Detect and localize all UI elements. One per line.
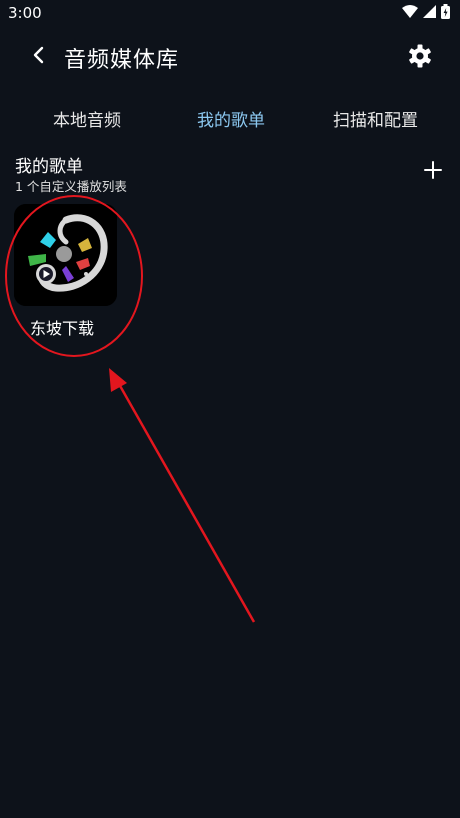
plus-icon xyxy=(421,161,445,186)
section-subtitle: 1 个自定义播放列表 xyxy=(15,179,127,194)
status-icons xyxy=(402,4,450,19)
status-bar: 3:00 xyxy=(0,0,460,26)
playlist-name: 东坡下载 xyxy=(30,319,95,338)
settings-button[interactable] xyxy=(406,42,434,70)
back-button[interactable] xyxy=(24,42,54,72)
tab-local-audio[interactable]: 本地音频 xyxy=(53,106,121,131)
playlist-card[interactable]: 东坡下载 xyxy=(14,204,118,339)
tab-scan-config[interactable]: 扫描和配置 xyxy=(333,106,418,131)
app-logo-icon xyxy=(14,204,117,306)
gear-icon xyxy=(406,44,434,74)
tab-bar: 本地音频 我的歌单 扫描和配置 xyxy=(0,100,460,136)
cell-signal-icon xyxy=(423,5,436,18)
add-playlist-button[interactable] xyxy=(421,158,445,182)
annotation-arrow-line xyxy=(117,383,256,623)
playlist-cover xyxy=(14,204,117,306)
chevron-left-icon xyxy=(32,46,46,68)
section-title: 我的歌单 xyxy=(15,157,83,177)
app-bar: 音频媒体库 xyxy=(0,30,460,82)
playlist-section-header: 我的歌单 1 个自定义播放列表 xyxy=(15,152,445,196)
page-title: 音频媒体库 xyxy=(64,48,180,73)
tab-my-playlists[interactable]: 我的歌单 xyxy=(197,106,265,131)
wifi-icon xyxy=(402,5,418,18)
annotation-arrowhead xyxy=(109,368,127,392)
battery-charging-icon xyxy=(441,4,450,19)
status-time: 3:00 xyxy=(8,4,42,22)
